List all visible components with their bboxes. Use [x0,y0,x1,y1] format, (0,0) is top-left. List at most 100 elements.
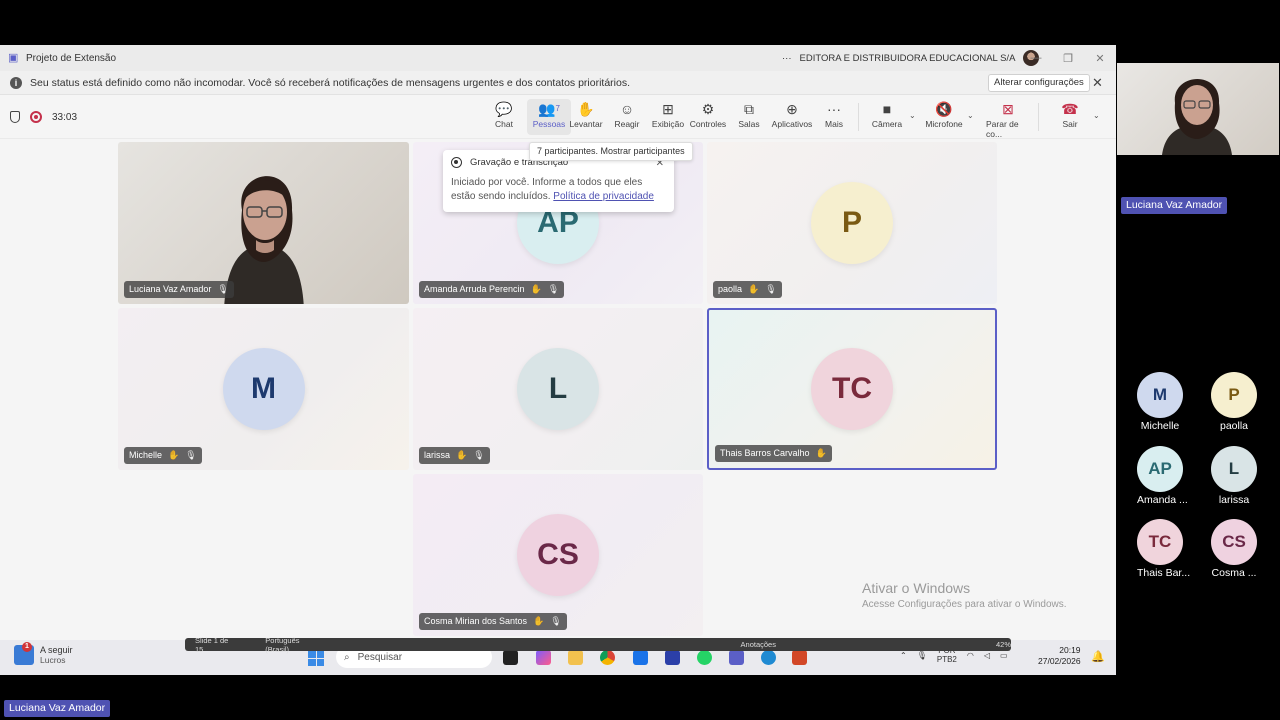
people-icon: 👥 [538,101,556,117]
raise-hand-button[interactable]: ✋ Levantar [564,99,608,135]
self-name-chip: Luciana Vaz Amador [1121,197,1228,214]
mic-off-icon: 🎙 [217,284,229,294]
terminal-app-icon[interactable] [503,650,518,665]
powerpoint-icon[interactable] [792,650,807,665]
participant-avatar: L [517,348,599,430]
side-participant[interactable]: TC Thais Bar... [1137,519,1190,579]
side-participant[interactable]: AP Amanda ... [1137,446,1188,506]
participant-tile[interactable]: L larissa ✋ 🎙 [413,308,703,470]
side-participant[interactable]: M Michelle [1137,372,1183,432]
whatsapp-icon[interactable] [697,650,712,665]
side-participant[interactable]: L larissa [1211,446,1257,506]
volume-icon[interactable]: ◁ [984,651,990,660]
self-video [1162,78,1232,155]
apps-button[interactable]: ⊕ Aplicativos [770,99,814,135]
more-icon[interactable]: ··· [782,53,792,64]
chat-button[interactable]: 💬 Chat [482,99,526,135]
side-participant[interactable]: CS Cosma ... [1211,519,1257,579]
side-participant[interactable]: P paolla [1211,372,1257,432]
participant-name-tag: paolla ✋ 🎙 [713,281,782,298]
controls-icon: ⚙ [701,101,715,117]
restore-icon[interactable]: ❐ [1052,45,1084,71]
window-controls: — ❐ ✕ [1020,45,1116,71]
privacy-policy-link[interactable]: Política de privacidade [553,191,654,202]
participant-name-tag: larissa ✋ 🎙 [419,447,490,464]
search-icon: ⌕ [344,651,350,663]
react-button[interactable]: ☺ Reagir [605,99,649,135]
battery-icon[interactable]: ▭ [1000,651,1008,660]
notes-button[interactable]: Anotações [741,640,776,649]
participant-tile[interactable]: CS Cosma Mirian dos Santos ✋ 🎙 [413,474,703,636]
participant-tile[interactable]: P paolla ✋ 🎙 [707,142,997,304]
org-name: EDITORA E DISTRIBUIDORA EDUCACIONAL S/A [799,52,1016,64]
participant-name-tag: Amanda Arruda Perencin ✋ 🎙 [419,281,565,298]
stop-sharing-button[interactable]: ⊠ Parar de co... [986,99,1030,139]
participant-avatar: P [811,182,893,264]
participant-name-tag: Michelle ✋ 🎙 [124,447,202,464]
file-explorer-icon[interactable] [568,650,583,665]
hand-gesture-icon: ✋ [533,616,545,626]
toolbar-divider [1038,103,1039,131]
leave-options-chevron-icon[interactable]: ⌄ [1093,111,1100,120]
hand-gesture-icon: ✋ [530,284,542,294]
mic-tray-icon[interactable]: 🎙 [917,651,927,660]
rooms-button[interactable]: ⧉ Salas [727,99,771,135]
mic-options-chevron-icon[interactable]: ⌄ [967,111,974,120]
chat-icon: 💬 [495,101,513,117]
dnd-banner: i Seu status está definido como não inco… [0,71,1116,95]
stop-share-icon: ⊠ [1002,101,1014,117]
teams-app-icon[interactable] [665,650,680,665]
close-icon[interactable]: ✕ [1084,45,1116,71]
hand-gesture-icon: ✋ [815,448,827,458]
controls-button[interactable]: ⚙ Controles [686,99,730,135]
info-icon: i [10,76,22,89]
banner-text: Seu status está definido como não incomo… [30,76,631,89]
zoom-level[interactable]: 42% [996,640,1011,649]
banner-close-icon[interactable]: ✕ [1092,75,1103,91]
shield-icon[interactable] [10,111,20,123]
participant-tile[interactable]: M Michelle ✋ 🎙 [118,308,409,470]
camera-options-chevron-icon[interactable]: ⌄ [909,111,916,120]
participant-tile[interactable]: TC Thais Barros Carvalho ✋ [707,308,997,470]
taskbar-clock[interactable]: 20:19 27/02/2026 [1038,645,1081,667]
video-tile[interactable]: Luciana Vaz Amador 🎙 [118,142,409,304]
hand-gesture-icon: ✋ [748,284,760,294]
camera-button[interactable]: ■ Câmera [865,99,909,135]
teams-meeting-app-icon[interactable] [729,650,744,665]
change-settings-button[interactable]: Alterar configurações [988,74,1090,92]
widgets-button[interactable]: 1 A seguir Lucros [14,642,73,665]
more-button[interactable]: ··· Mais [812,99,856,135]
ellipsis-icon: ··· [827,101,841,117]
hang-up-icon: ☎ [1061,101,1079,117]
window-title: Projeto de Extensão [26,52,117,64]
view-button[interactable]: ⊞ Exibição [646,99,690,135]
toolbar-divider [858,103,859,131]
slide-counter: Slide 1 de 15 [195,635,229,654]
mic-off-icon: 🎙 [550,616,562,626]
edge-icon[interactable] [761,650,776,665]
recording-indicator-icon [451,157,462,168]
mic-off-icon: 🎙 [547,284,560,294]
copilot-app-icon[interactable] [536,650,551,665]
chevron-up-icon[interactable]: ⌃ [900,651,907,660]
wifi-icon[interactable]: ◠ [967,651,974,660]
bottom-name-chip: Luciana Vaz Amador [4,700,111,717]
participant-name-tag: Cosma Mirian dos Santos ✋ 🎙 [419,613,567,630]
chrome-icon[interactable] [600,650,615,665]
participant-avatar: M [222,348,305,430]
participant-avatar: CS [517,514,599,596]
teams-logo-icon: ▣ [8,52,19,64]
hand-gesture-icon: ✋ [456,450,468,460]
org-switcher[interactable]: ··· EDITORA E DISTRIBUIDORA EDUCACIONAL … [782,45,1040,71]
microphone-button[interactable]: 🔇 Microfone [922,99,966,135]
leave-button[interactable]: ☎ Sair [1048,99,1092,135]
smiley-icon: ☺ [619,101,635,117]
minimize-icon[interactable]: — [1020,45,1052,71]
language-indicator: Português (Brasil) [265,635,300,654]
participant-avatar: TC [811,348,893,430]
mic-muted-icon: 🔇 [935,101,953,117]
self-video-preview[interactable] [1117,63,1279,155]
mic-off-icon: 🎙 [473,450,485,460]
notification-bell-icon[interactable]: 🔔 [1091,650,1105,663]
store-icon[interactable] [633,650,648,665]
